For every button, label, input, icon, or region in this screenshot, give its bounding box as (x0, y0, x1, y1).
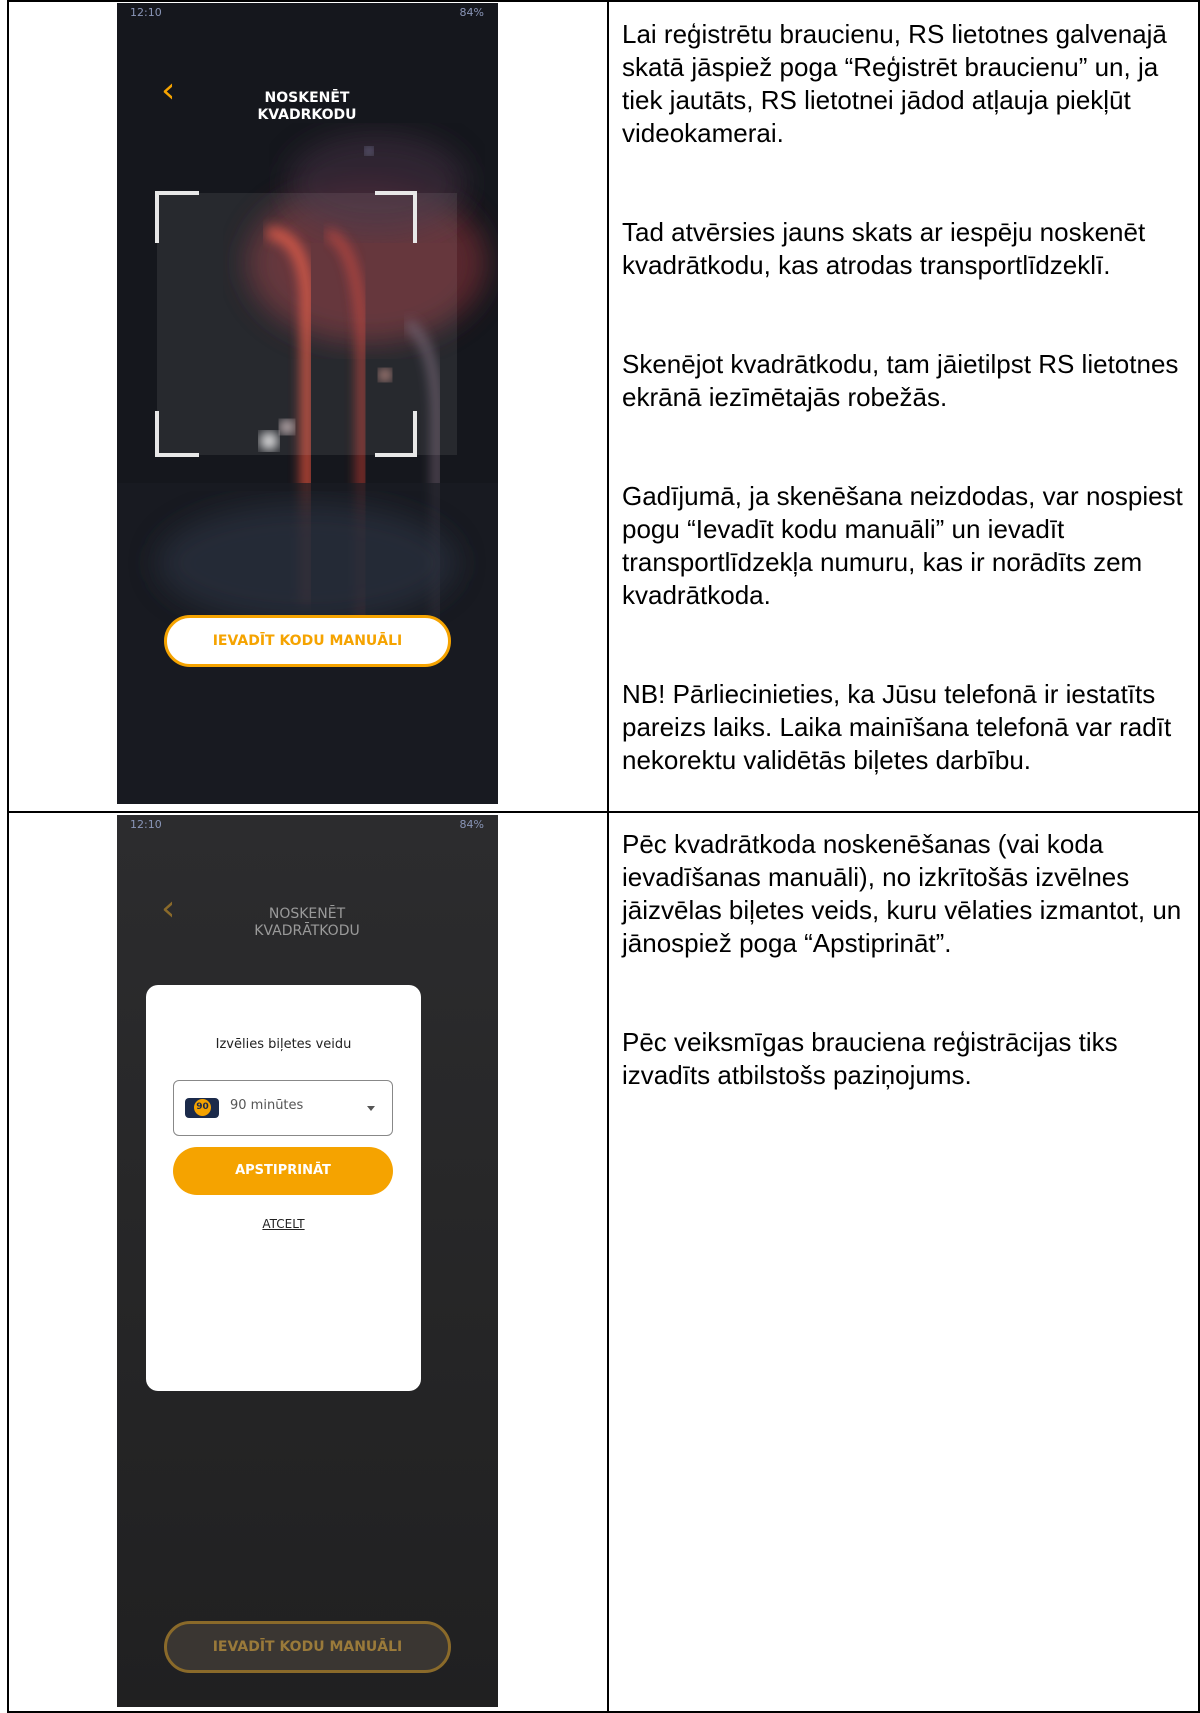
instruction-paragraph: NB! Pārliecinieties, ka Jūsu telefonā ir… (622, 679, 1172, 775)
status-bar: 12:10 84% (117, 3, 498, 23)
ticket-type-value: 90 minūtes (230, 1098, 304, 1113)
instruction-paragraph: Lai reģistrētu braucienu, RS lietotnes g… (622, 19, 1167, 148)
enter-code-manually-button[interactable]: IEVADĪT KODU MANUĀLI (164, 1621, 451, 1673)
table-left-border (7, 0, 9, 1713)
back-chevron-icon[interactable]: ‹ (161, 73, 175, 109)
table-top-border (7, 0, 1200, 2)
instruction-paragraph: Pēc kvadrātkoda noskenēšanas (vai koda i… (622, 829, 1182, 958)
confirm-button[interactable]: APSTIPRINĀT (173, 1147, 393, 1195)
screen-title: NOSKENĒT KVADRĀTKODU (254, 906, 360, 939)
instruction-paragraph: Skenējot kvadrātkodu, tam jāietilpst RS … (622, 349, 1179, 412)
screen-title: NOSKENĒT KVADRKODU (257, 90, 357, 123)
ticket-type-screen-screenshot: 12:10 84% ‹ NOSKENĒT KVADRĀTKODU Izvēlie… (117, 815, 498, 1707)
enter-code-manually-button[interactable]: IEVADĪT KODU MANUĀLI (164, 615, 451, 667)
scan-screen-screenshot: 12:10 84% ‹ NOSKENĒT KVADRKODU IEVADĪT K… (117, 3, 498, 804)
table-column-divider (607, 0, 609, 1713)
ticket-type-dialog-card-main: Izvēlies biļetes veidu 90 90 minūtes APS… (146, 985, 421, 1391)
battery-status: 84% (459, 6, 484, 19)
status-bar: 12:10 84% (117, 815, 498, 835)
ticket-90-icon: 90 (185, 1098, 219, 1118)
ticket-type-select[interactable]: 90 90 minūtes (173, 1080, 393, 1136)
instructions-scan: Lai reģistrētu braucienu, RS lietotnes g… (622, 18, 1192, 777)
dropdown-arrow-icon (367, 1106, 375, 1111)
status-time: 12:10 (130, 818, 162, 831)
battery-status: 84% (459, 818, 484, 831)
back-chevron-icon[interactable]: ‹ (161, 891, 175, 927)
status-time: 12:10 (130, 6, 162, 19)
table-row-divider (7, 811, 1200, 813)
cancel-link[interactable]: ATCELT (146, 1217, 421, 1231)
instructions-ticket: Pēc kvadrātkoda noskenēšanas (vai koda i… (622, 828, 1192, 1092)
instruction-paragraph: Pēc veiksmīgas brauciena reģistrācijas t… (622, 1027, 1118, 1090)
dialog-title: Izvēlies biļetes veidu (215, 1037, 352, 1052)
instruction-paragraph: Tad atvērsies jauns skats ar iespēju nos… (622, 217, 1146, 280)
ticket-90-badge: 90 (194, 1099, 211, 1116)
instruction-paragraph: Gadījumā, ja skenēšana neizdodas, var no… (622, 481, 1183, 610)
